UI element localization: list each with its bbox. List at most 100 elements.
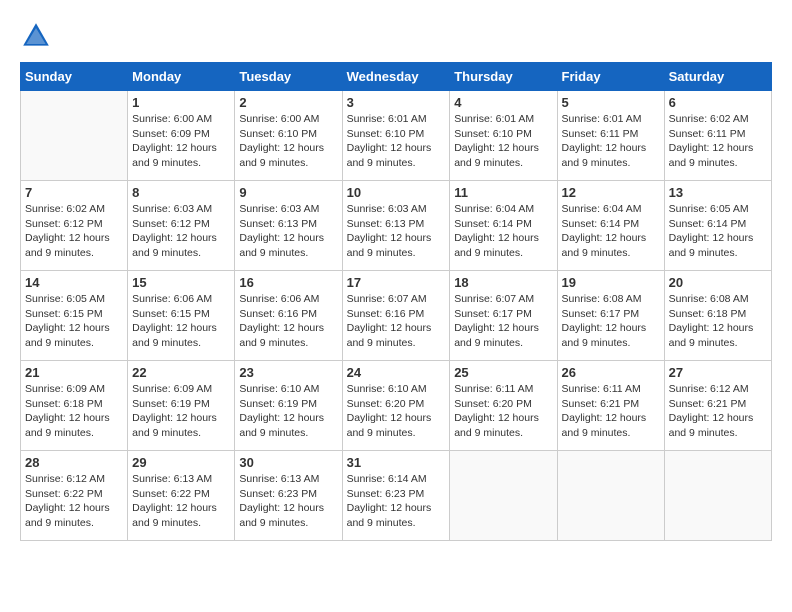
- day-info: Sunrise: 6:00 AMSunset: 6:10 PMDaylight:…: [239, 112, 337, 171]
- calendar-cell: 24 Sunrise: 6:10 AMSunset: 6:20 PMDayligh…: [342, 361, 450, 451]
- header-sunday: Sunday: [21, 63, 128, 91]
- calendar-cell: [450, 451, 557, 541]
- calendar-cell: 31 Sunrise: 6:14 AMSunset: 6:23 PMDayligh…: [342, 451, 450, 541]
- day-number: 1: [132, 95, 230, 110]
- calendar-cell: 4 Sunrise: 6:01 AMSunset: 6:10 PMDaylight…: [450, 91, 557, 181]
- calendar-cell: 8 Sunrise: 6:03 AMSunset: 6:12 PMDaylight…: [128, 181, 235, 271]
- day-info: Sunrise: 6:07 AMSunset: 6:16 PMDaylight:…: [347, 292, 446, 351]
- day-info: Sunrise: 6:10 AMSunset: 6:19 PMDaylight:…: [239, 382, 337, 441]
- day-info: Sunrise: 6:09 AMSunset: 6:18 PMDaylight:…: [25, 382, 123, 441]
- calendar-cell: 26 Sunrise: 6:11 AMSunset: 6:21 PMDayligh…: [557, 361, 664, 451]
- day-number: 6: [669, 95, 767, 110]
- calendar-cell: 14Sunrise: 6:05 AMSunset: 6:15 PMDayligh…: [21, 271, 128, 361]
- day-info: Sunrise: 6:03 AMSunset: 6:13 PMDaylight:…: [239, 202, 337, 261]
- day-number: 9: [239, 185, 337, 200]
- logo: [20, 20, 56, 52]
- day-number: 16: [239, 275, 337, 290]
- day-info: Sunrise: 6:04 AMSunset: 6:14 PMDaylight:…: [454, 202, 552, 261]
- calendar-cell: 11Sunrise: 6:04 AMSunset: 6:14 PMDayligh…: [450, 181, 557, 271]
- day-info: Sunrise: 6:13 AMSunset: 6:23 PMDaylight:…: [239, 472, 337, 531]
- calendar-week-row: 7Sunrise: 6:02 AMSunset: 6:12 PMDaylight…: [21, 181, 772, 271]
- day-number: 15: [132, 275, 230, 290]
- day-info: Sunrise: 6:03 AMSunset: 6:12 PMDaylight:…: [132, 202, 230, 261]
- day-number: 31: [347, 455, 446, 470]
- day-number: 25: [454, 365, 552, 380]
- day-info: Sunrise: 6:05 AMSunset: 6:14 PMDaylight:…: [669, 202, 767, 261]
- calendar-week-row: 28Sunrise: 6:12 AMSunset: 6:22 PMDayligh…: [21, 451, 772, 541]
- day-number: 19: [562, 275, 660, 290]
- day-number: 8: [132, 185, 230, 200]
- day-number: 18: [454, 275, 552, 290]
- header-wednesday: Wednesday: [342, 63, 450, 91]
- day-info: Sunrise: 6:12 AMSunset: 6:22 PMDaylight:…: [25, 472, 123, 531]
- calendar-table: SundayMondayTuesdayWednesdayThursdayFrid…: [20, 62, 772, 541]
- calendar-cell: 1Sunrise: 6:00 AMSunset: 6:09 PMDaylight…: [128, 91, 235, 181]
- header-friday: Friday: [557, 63, 664, 91]
- calendar-cell: [557, 451, 664, 541]
- day-number: 10: [347, 185, 446, 200]
- day-number: 4: [454, 95, 552, 110]
- day-number: 3: [347, 95, 446, 110]
- calendar-cell: 30 Sunrise: 6:13 AMSunset: 6:23 PMDayligh…: [235, 451, 342, 541]
- calendar-cell: 20 Sunrise: 6:08 AMSunset: 6:18 PMDayligh…: [664, 271, 771, 361]
- day-number: 13: [669, 185, 767, 200]
- day-number: 17: [347, 275, 446, 290]
- day-number: 27: [669, 365, 767, 380]
- calendar-cell: 12 Sunrise: 6:04 AMSunset: 6:14 PMDayligh…: [557, 181, 664, 271]
- day-info: Sunrise: 6:13 AMSunset: 6:22 PMDaylight:…: [132, 472, 230, 531]
- day-info: Sunrise: 6:03 AMSunset: 6:13 PMDaylight:…: [347, 202, 446, 261]
- calendar-cell: 3 Sunrise: 6:01 AMSunset: 6:10 PMDaylight…: [342, 91, 450, 181]
- day-number: 29: [132, 455, 230, 470]
- day-number: 2: [239, 95, 337, 110]
- calendar-cell: [21, 91, 128, 181]
- header-thursday: Thursday: [450, 63, 557, 91]
- calendar-cell: 22 Sunrise: 6:09 AMSunset: 6:19 PMDayligh…: [128, 361, 235, 451]
- day-info: Sunrise: 6:02 AMSunset: 6:11 PMDaylight:…: [669, 112, 767, 171]
- day-info: Sunrise: 6:10 AMSunset: 6:20 PMDaylight:…: [347, 382, 446, 441]
- calendar-cell: 16 Sunrise: 6:06 AMSunset: 6:16 PMDayligh…: [235, 271, 342, 361]
- day-info: Sunrise: 6:02 AMSunset: 6:12 PMDaylight:…: [25, 202, 123, 261]
- day-info: Sunrise: 6:04 AMSunset: 6:14 PMDaylight:…: [562, 202, 660, 261]
- day-info: Sunrise: 6:09 AMSunset: 6:19 PMDaylight:…: [132, 382, 230, 441]
- day-number: 26: [562, 365, 660, 380]
- day-number: 12: [562, 185, 660, 200]
- calendar-week-row: 21 Sunrise: 6:09 AMSunset: 6:18 PMDayligh…: [21, 361, 772, 451]
- day-info: Sunrise: 6:14 AMSunset: 6:23 PMDaylight:…: [347, 472, 446, 531]
- calendar-cell: 6 Sunrise: 6:02 AMSunset: 6:11 PMDaylight…: [664, 91, 771, 181]
- calendar-header-row: SundayMondayTuesdayWednesdayThursdayFrid…: [21, 63, 772, 91]
- day-number: 22: [132, 365, 230, 380]
- day-number: 30: [239, 455, 337, 470]
- day-number: 20: [669, 275, 767, 290]
- logo-icon: [20, 20, 52, 52]
- day-info: Sunrise: 6:01 AMSunset: 6:10 PMDaylight:…: [454, 112, 552, 171]
- calendar-cell: 21 Sunrise: 6:09 AMSunset: 6:18 PMDayligh…: [21, 361, 128, 451]
- day-number: 21: [25, 365, 123, 380]
- page-header: [20, 20, 772, 52]
- calendar-week-row: 14Sunrise: 6:05 AMSunset: 6:15 PMDayligh…: [21, 271, 772, 361]
- calendar-cell: 18Sunrise: 6:07 AMSunset: 6:17 PMDayligh…: [450, 271, 557, 361]
- day-info: Sunrise: 6:06 AMSunset: 6:15 PMDaylight:…: [132, 292, 230, 351]
- day-number: 24: [347, 365, 446, 380]
- day-number: 5: [562, 95, 660, 110]
- calendar-cell: 5 Sunrise: 6:01 AMSunset: 6:11 PMDaylight…: [557, 91, 664, 181]
- calendar-cell: 17 Sunrise: 6:07 AMSunset: 6:16 PMDayligh…: [342, 271, 450, 361]
- calendar-cell: 19 Sunrise: 6:08 AMSunset: 6:17 PMDayligh…: [557, 271, 664, 361]
- day-info: Sunrise: 6:06 AMSunset: 6:16 PMDaylight:…: [239, 292, 337, 351]
- header-tuesday: Tuesday: [235, 63, 342, 91]
- calendar-cell: 15 Sunrise: 6:06 AMSunset: 6:15 PMDayligh…: [128, 271, 235, 361]
- day-number: 23: [239, 365, 337, 380]
- calendar-cell: 27Sunrise: 6:12 AMSunset: 6:21 PMDayligh…: [664, 361, 771, 451]
- day-number: 14: [25, 275, 123, 290]
- calendar-cell: 29 Sunrise: 6:13 AMSunset: 6:22 PMDayligh…: [128, 451, 235, 541]
- header-saturday: Saturday: [664, 63, 771, 91]
- day-info: Sunrise: 6:01 AMSunset: 6:11 PMDaylight:…: [562, 112, 660, 171]
- calendar-cell: 10 Sunrise: 6:03 AMSunset: 6:13 PMDayligh…: [342, 181, 450, 271]
- calendar-cell: 28Sunrise: 6:12 AMSunset: 6:22 PMDayligh…: [21, 451, 128, 541]
- calendar-cell: 25Sunrise: 6:11 AMSunset: 6:20 PMDayligh…: [450, 361, 557, 451]
- day-info: Sunrise: 6:08 AMSunset: 6:18 PMDaylight:…: [669, 292, 767, 351]
- calendar-cell: 7Sunrise: 6:02 AMSunset: 6:12 PMDaylight…: [21, 181, 128, 271]
- day-info: Sunrise: 6:11 AMSunset: 6:21 PMDaylight:…: [562, 382, 660, 441]
- calendar-cell: 9 Sunrise: 6:03 AMSunset: 6:13 PMDaylight…: [235, 181, 342, 271]
- day-info: Sunrise: 6:08 AMSunset: 6:17 PMDaylight:…: [562, 292, 660, 351]
- day-info: Sunrise: 6:01 AMSunset: 6:10 PMDaylight:…: [347, 112, 446, 171]
